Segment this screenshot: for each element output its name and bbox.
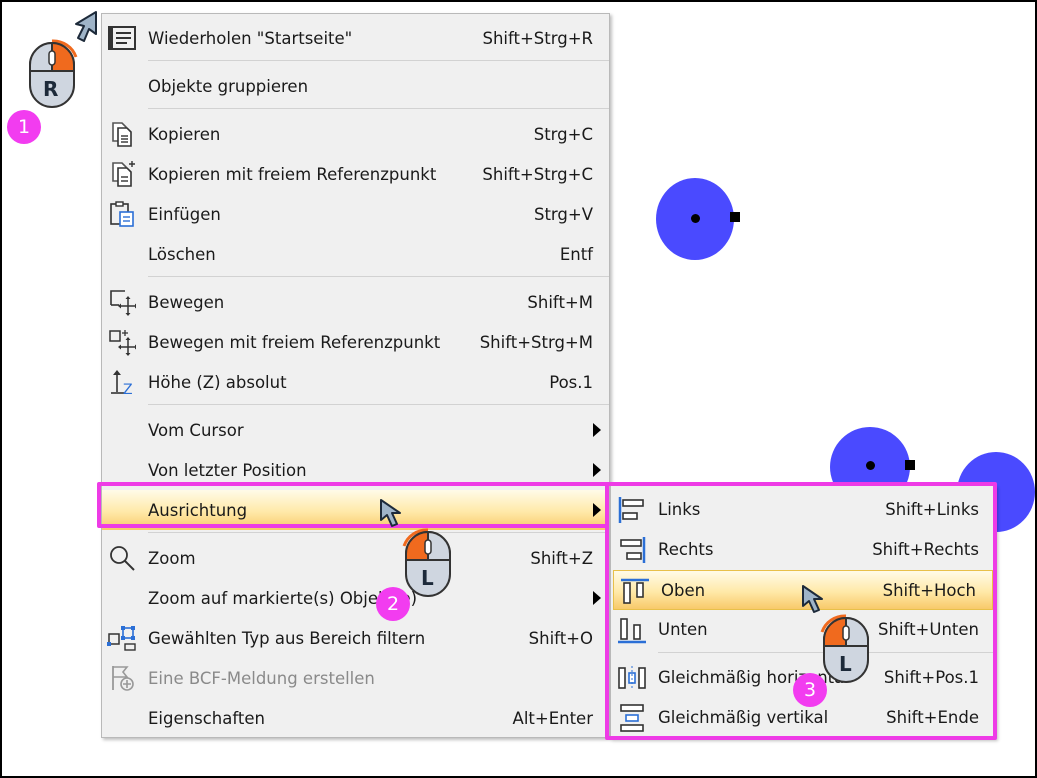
circle-reference-handle[interactable] xyxy=(905,460,915,470)
step-badge-1: 1 xyxy=(7,110,41,144)
menu-item-shortcut: Shift+Strg+R xyxy=(482,28,593,48)
submenu-arrow-icon xyxy=(593,423,601,437)
left-click-mouse-icon: L xyxy=(398,524,454,600)
menu-item-label: Kopieren mit freiem Referenzpunkt xyxy=(148,164,437,184)
menu-item-shortcut: Pos.1 xyxy=(549,372,593,392)
menu-item-label: Von letzter Position xyxy=(148,460,307,480)
move-reference-icon xyxy=(107,328,137,356)
menu-item-label: Objekte gruppieren xyxy=(148,76,309,96)
menu-item-delete[interactable]: Löschen Entf xyxy=(102,234,609,274)
mouse-label-r: R xyxy=(43,77,59,101)
menu-item-zoom[interactable]: Zoom Shift+Z xyxy=(102,538,609,578)
menu-separator xyxy=(148,404,609,405)
circle-center-point xyxy=(691,214,700,223)
menu-item-label: Vom Cursor xyxy=(148,420,244,440)
menu-item-repeat[interactable]: Wiederholen "Startseite" Shift+Strg+R xyxy=(102,18,609,58)
mouse-label-l: L xyxy=(839,652,852,676)
circle-center-point xyxy=(866,461,875,470)
menu-item-shortcut: Shift+Z xyxy=(530,548,593,568)
submenu-arrow-icon xyxy=(593,591,601,605)
menu-item-shortcut: Shift+O xyxy=(528,628,593,648)
menu-item-from-cursor[interactable]: Vom Cursor xyxy=(102,410,609,450)
mouse-label-l: L xyxy=(421,566,434,590)
filter-type-icon xyxy=(107,624,137,652)
menu-item-copy-reference[interactable]: Kopieren mit freiem Referenzpunkt Shift+… xyxy=(102,154,609,194)
menu-item-label: Bewegen xyxy=(148,292,225,312)
menu-item-label: Löschen xyxy=(148,244,216,264)
menu-item-group-objects[interactable]: Objekte gruppieren xyxy=(102,66,609,106)
menu-item-filter-type[interactable]: Gewählten Typ aus Bereich filtern Shift+… xyxy=(102,618,609,658)
menu-item-shortcut: Shift+M xyxy=(527,292,593,312)
highlight-box-alignment xyxy=(97,482,609,528)
zoom-icon xyxy=(107,544,137,572)
menu-item-shortcut: Shift+Strg+M xyxy=(479,332,593,352)
menu-item-shortcut: Alt+Enter xyxy=(512,708,593,728)
menu-item-shortcut: Strg+V xyxy=(533,204,593,224)
menu-separator xyxy=(148,108,609,109)
mouse-pointer-icon xyxy=(74,10,100,48)
menu-item-label: Wiederholen "Startseite" xyxy=(148,28,353,48)
copy-reference-icon xyxy=(107,160,137,188)
menu-separator xyxy=(148,60,609,61)
paste-icon xyxy=(107,200,137,228)
menu-item-properties[interactable]: Eigenschaften Alt+Enter xyxy=(102,698,609,738)
menu-item-label: Höhe (Z) absolut xyxy=(148,372,287,392)
move-icon xyxy=(107,288,137,316)
height-z-icon: Z xyxy=(107,368,137,396)
left-click-mouse-icon: L xyxy=(816,610,872,686)
menu-item-label: Zoom xyxy=(148,548,196,568)
menu-item-label: Gewählten Typ aus Bereich filtern xyxy=(148,628,426,648)
menu-item-shortcut: Entf xyxy=(559,244,593,264)
copy-icon xyxy=(107,120,137,148)
repeat-list-icon xyxy=(107,24,137,52)
circle-reference-handle[interactable] xyxy=(730,212,740,222)
menu-item-create-bcf: Eine BCF-Meldung erstellen xyxy=(102,658,609,698)
svg-text:Z: Z xyxy=(123,382,133,396)
menu-item-move[interactable]: Bewegen Shift+M xyxy=(102,282,609,322)
menu-item-shortcut: Strg+C xyxy=(533,124,593,144)
menu-item-move-reference[interactable]: Bewegen mit freiem Referenzpunkt Shift+S… xyxy=(102,322,609,362)
bcf-icon xyxy=(107,664,137,692)
menu-item-label: Einfügen xyxy=(148,204,221,224)
menu-item-copy[interactable]: Kopieren Strg+C xyxy=(102,114,609,154)
menu-item-paste[interactable]: Einfügen Strg+V xyxy=(102,194,609,234)
menu-item-height-z[interactable]: Z Höhe (Z) absolut Pos.1 xyxy=(102,362,609,402)
menu-separator xyxy=(148,276,609,277)
menu-item-label: Eigenschaften xyxy=(148,708,265,728)
context-menu: Wiederholen "Startseite" Shift+Strg+R Ob… xyxy=(101,13,610,738)
menu-item-shortcut: Shift+Strg+C xyxy=(482,164,593,184)
menu-item-label: Bewegen mit freiem Referenzpunkt xyxy=(148,332,441,352)
menu-item-label: Kopieren xyxy=(148,124,221,144)
menu-item-zoom-selected[interactable]: Zoom auf markierte(s) Objekt(e) xyxy=(102,578,609,618)
menu-item-label: Eine BCF-Meldung erstellen xyxy=(148,668,375,688)
submenu-arrow-icon xyxy=(593,463,601,477)
